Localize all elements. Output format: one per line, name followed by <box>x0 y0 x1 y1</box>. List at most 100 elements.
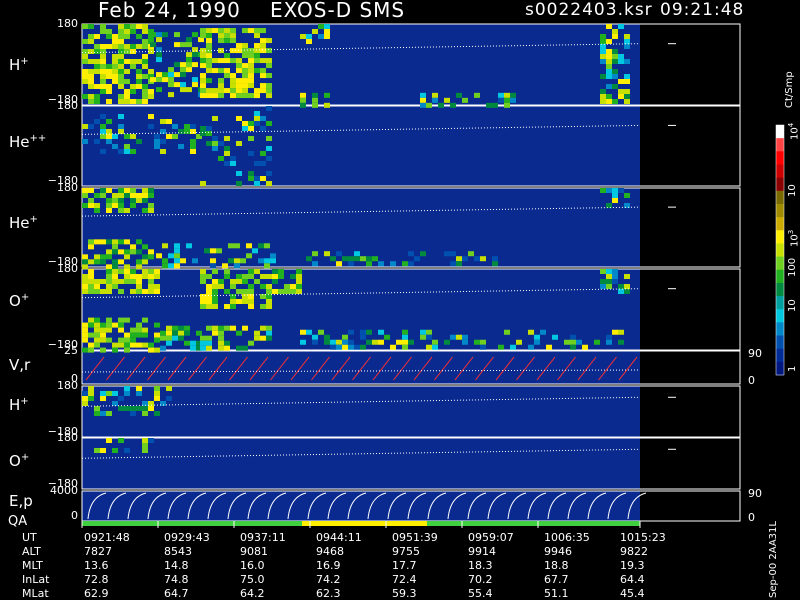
heat-cell <box>236 141 242 146</box>
heat-cell <box>166 330 172 336</box>
heat-cell <box>124 274 130 279</box>
heat-cell <box>124 208 130 213</box>
heat-cell <box>166 386 172 391</box>
heat-cell <box>160 119 166 124</box>
heat-cell <box>236 274 242 279</box>
table-cell: 0951:39 <box>392 531 438 544</box>
panel-bg-1 <box>82 106 640 186</box>
table-cell: 45.4 <box>620 587 645 600</box>
heat-cell <box>136 322 142 328</box>
heat-cell <box>360 334 366 340</box>
heat-cell <box>218 78 224 84</box>
heat-cell <box>94 342 100 348</box>
heat-cell <box>154 332 160 338</box>
heat-cell <box>112 347 118 353</box>
heat-cell <box>148 406 154 411</box>
heat-cell <box>118 149 124 154</box>
heat-cell <box>100 279 106 284</box>
heat-cell <box>172 335 178 341</box>
heat-cell <box>236 78 242 84</box>
heat-cell <box>606 84 612 89</box>
heat-cell <box>82 74 88 79</box>
heat-cell <box>576 339 582 345</box>
heat-cell <box>112 79 118 84</box>
table-row-label: MLT <box>22 559 43 572</box>
heat-cell <box>118 337 124 343</box>
heat-cell <box>254 335 260 341</box>
heat-cell <box>100 44 106 49</box>
heat-cell <box>570 344 576 350</box>
heat-cell <box>212 88 218 94</box>
heat-cell <box>124 59 130 64</box>
heat-cell <box>124 279 130 284</box>
heat-cell <box>130 411 136 416</box>
table-cell: 13.6 <box>84 559 109 572</box>
heat-cell <box>142 24 148 29</box>
heat-cell <box>624 39 630 44</box>
heat-cell <box>156 87 162 93</box>
heat-cell <box>224 325 230 331</box>
heat-cell <box>106 139 112 144</box>
heat-cell <box>94 322 100 328</box>
heat-cell <box>266 73 272 79</box>
table-cell: 55.4 <box>468 587 493 600</box>
heat-cell <box>136 284 142 289</box>
heat-cell <box>100 84 106 89</box>
heat-cell <box>148 188 154 193</box>
heat-cell <box>190 149 196 154</box>
colorbar-segment <box>776 335 784 350</box>
heat-cell <box>248 304 254 309</box>
heat-cell <box>260 38 266 44</box>
heat-cell <box>624 59 630 64</box>
heat-cell <box>248 136 254 141</box>
heat-cell <box>570 339 576 345</box>
heat-cell <box>162 243 168 249</box>
heat-cell <box>242 48 248 54</box>
heat-cell <box>106 129 112 134</box>
heat-cell <box>306 34 312 39</box>
panel-nodata-5 <box>640 386 740 437</box>
heat-cell <box>118 269 124 274</box>
heat-cell <box>206 63 212 69</box>
heat-cell <box>230 73 236 79</box>
heat-cell <box>206 304 212 309</box>
heat-cell <box>174 258 180 264</box>
heat-cell <box>118 74 124 79</box>
heat-cell <box>264 258 270 264</box>
heat-cell <box>408 261 414 267</box>
heat-cell <box>154 284 160 289</box>
heat-cell <box>224 161 230 166</box>
heat-cell <box>94 448 100 453</box>
heat-cell <box>112 193 118 198</box>
heat-cell <box>564 339 570 345</box>
heat-cell <box>130 274 136 279</box>
heat-cell <box>130 342 136 348</box>
heat-cell <box>200 340 206 346</box>
heat-cell <box>342 334 348 340</box>
heat-cell <box>206 38 212 44</box>
heat-cell <box>136 79 142 84</box>
heat-cell <box>254 279 260 284</box>
heat-cell <box>100 322 106 328</box>
heat-cell <box>88 279 94 284</box>
heat-cell <box>248 73 254 79</box>
heat-cell <box>210 248 216 254</box>
heat-cell <box>94 69 100 74</box>
heat-cell <box>136 332 142 338</box>
panel-label-2: He+ <box>9 214 38 232</box>
heat-cell <box>318 329 324 335</box>
heat-cell <box>118 198 124 203</box>
heat-cell <box>206 299 212 304</box>
heat-cell <box>420 97 426 103</box>
heat-cell <box>272 279 278 284</box>
heat-cell <box>486 102 492 108</box>
heat-cell <box>348 329 354 335</box>
heat-cell <box>112 391 118 396</box>
heat-cell <box>324 34 330 39</box>
heat-cell <box>156 47 162 53</box>
heat-cell <box>624 99 630 104</box>
heat-cell <box>112 284 118 289</box>
heat-cell <box>230 38 236 44</box>
panel-nodata-7 <box>640 491 740 521</box>
heat-cell <box>230 88 236 94</box>
